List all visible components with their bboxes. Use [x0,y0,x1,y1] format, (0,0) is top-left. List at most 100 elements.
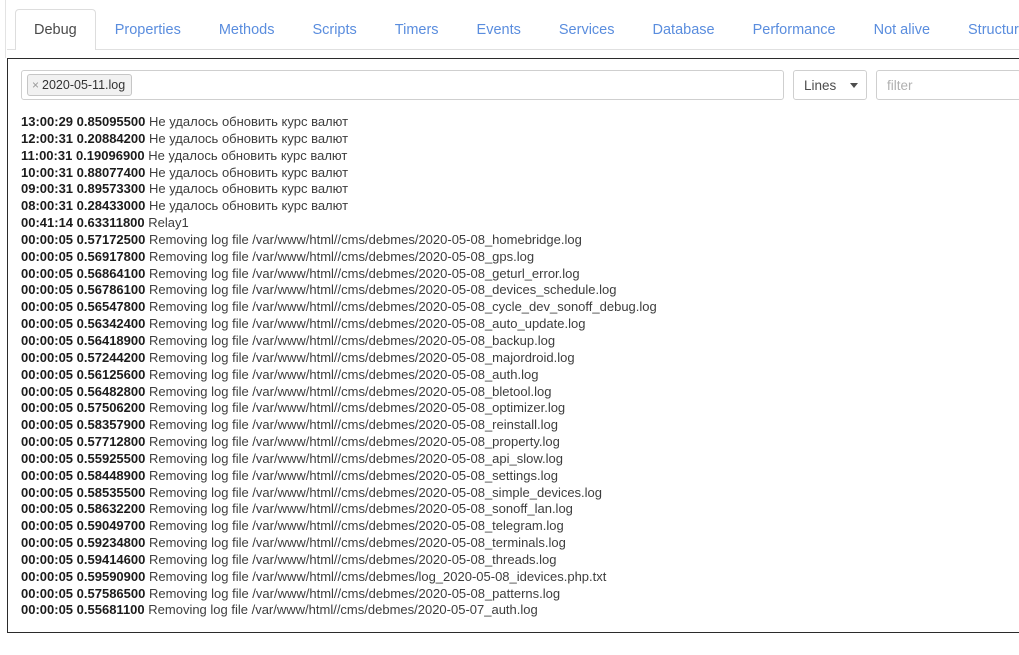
log-line-time: 12:00:31 [21,130,74,146]
log-line-time: 00:00:05 [21,349,74,365]
log-line-time: 00:00:05 [21,383,74,399]
tab-not-alive[interactable]: Not alive [855,9,949,50]
log-line-duration: 0.57586500 [76,585,146,601]
log-line-duration: 0.57712800 [76,434,146,450]
log-line: 00:00:05 0.57586500 Removing log file /v… [21,586,1019,603]
log-line-duration: 0.56342400 [76,316,146,332]
log-line: 00:00:05 0.56864100 Removing log file /v… [21,266,1019,283]
log-line-duration: 0.58448900 [76,467,146,483]
tag-label: 2020-05-11.log [42,77,126,92]
log-line-message: Не удалось обновить курс валют [148,164,349,180]
debug-log-viewer: Debug Properties Methods Scripts Timers Event… [0,0,1019,655]
log-line: 00:00:05 0.57244200 Removing log file /v… [21,350,1019,367]
log-line-time: 08:00:31 [21,198,74,214]
log-line-duration: 0.58535500 [76,484,146,500]
log-line: 00:00:05 0.59590900 Removing log file /v… [21,569,1019,586]
log-line: 00:00:05 0.57172500 Removing log file /v… [21,232,1019,249]
log-line-duration: 0.20884200 [76,130,146,146]
log-line-time: 00:00:05 [21,316,74,332]
log-line-duration: 0.88077400 [76,164,146,180]
tag-remove-icon[interactable]: × [32,79,39,91]
log-line: 00:00:05 0.55925500 Removing log file /v… [21,451,1019,468]
tab-timers[interactable]: Timers [376,9,458,50]
log-line-message: Removing log file /var/www/html//cms/deb… [148,282,617,298]
log-line-message: Removing log file /var/www/html//cms/deb… [148,248,535,264]
tab-properties[interactable]: Properties [96,9,200,50]
panel-left-edge [0,0,6,58]
log-line: 00:00:05 0.55681100 Removing log file /v… [21,602,1019,619]
log-line-message: Removing log file /var/www/html//cms/deb… [148,518,564,534]
tab-methods[interactable]: Methods [200,9,294,50]
tab-bar: Debug Properties Methods Scripts Timers Event… [7,0,1019,50]
log-line: 00:00:05 0.57506200 Removing log file /v… [21,400,1019,417]
log-line-time: 00:00:05 [21,484,74,500]
tab-structure[interactable]: Structure [949,9,1019,50]
log-line: 00:00:05 0.56482800 Removing log file /v… [21,384,1019,401]
tab-debug[interactable]: Debug [15,9,96,50]
log-line: 00:00:05 0.56786100 Removing log file /v… [21,282,1019,299]
log-line-message: Removing log file /var/www/html//cms/deb… [148,585,561,601]
log-line-message: Removing log file /var/www/html//cms/deb… [148,535,566,551]
log-file-tag-input[interactable]: × 2020-05-11.log [21,70,784,100]
filter-input[interactable] [876,70,1019,100]
log-line-duration: 0.56125600 [76,366,146,382]
log-line-duration: 0.63311800 [76,215,145,231]
log-line-duration: 0.59234800 [76,535,146,551]
log-file-tag[interactable]: × 2020-05-11.log [27,74,133,96]
log-line-message: Removing log file /var/www/html//cms/deb… [148,366,539,382]
tab-database[interactable]: Database [634,9,734,50]
log-line-time: 11:00:31 [21,147,73,163]
log-line-time: 00:00:05 [21,467,74,483]
log-line: 09:00:31 0.89573300 Не удалось обновить … [21,181,1019,198]
log-line: 00:00:05 0.58632200 Removing log file /v… [21,501,1019,518]
log-line-message: Removing log file /var/www/html//cms/deb… [148,332,556,348]
log-line: 13:00:29 0.85095500 Не удалось обновить … [21,114,1019,131]
log-line-time: 09:00:31 [21,181,74,197]
log-line-time: 00:00:05 [21,248,74,264]
log-line-message: Removing log file /var/www/html//cms/deb… [148,568,607,584]
log-line: 12:00:31 0.20884200 Не удалось обновить … [21,131,1019,148]
tab-services[interactable]: Services [540,9,634,50]
log-line-duration: 0.56864100 [76,265,146,281]
tab-events[interactable]: Events [458,9,540,50]
log-line: 00:00:05 0.59414600 Removing log file /v… [21,552,1019,569]
log-line-duration: 0.85095500 [76,114,146,129]
log-line-message: Removing log file /var/www/html//cms/deb… [148,417,558,433]
log-line-time: 00:41:14 [21,215,74,231]
log-panel: × 2020-05-11.log Lines 13:00:29 0.850955… [7,58,1019,633]
log-line-message: Removing log file /var/www/html//cms/deb… [148,602,538,618]
log-line: 00:00:05 0.56917800 Removing log file /v… [21,249,1019,266]
log-line-message: Не удалось обновить курс валют [148,198,349,214]
log-line-duration: 0.57172500 [76,231,146,247]
log-line-message: Removing log file /var/www/html//cms/deb… [148,299,657,315]
log-line-time: 00:00:05 [21,501,74,517]
log-line-message: Removing log file /var/www/html//cms/deb… [148,231,582,247]
log-line-time: 00:00:05 [21,231,74,247]
log-line-duration: 0.56917800 [76,248,146,264]
chevron-down-icon [850,82,858,88]
log-line-duration: 0.57244200 [76,349,146,365]
tab-scripts[interactable]: Scripts [293,9,375,50]
log-line: 10:00:31 0.88077400 Не удалось обновить … [21,165,1019,182]
log-line-duration: 0.89573300 [76,181,146,197]
log-line-duration: 0.59590900 [76,568,146,584]
log-line-duration: 0.59049700 [76,518,146,534]
log-line: 00:00:05 0.57712800 Removing log file /v… [21,434,1019,451]
lines-select-value: Lines [804,77,837,93]
log-line-time: 00:00:05 [21,450,74,466]
log-line: 00:00:05 0.59234800 Removing log file /v… [21,535,1019,552]
log-line-message: Removing log file /var/www/html//cms/deb… [148,265,580,281]
log-line-time: 00:00:05 [21,282,74,298]
log-line: 11:00:31 0.19096900 Не удалось обновить … [21,148,1019,165]
lines-select[interactable]: Lines [793,70,867,100]
log-line-message: Removing log file /var/www/html//cms/deb… [148,484,603,500]
log-line-message: Не удалось обновить курс валют [148,114,349,129]
log-line-message: Relay1 [148,215,189,231]
log-line: 00:00:05 0.56342400 Removing log file /v… [21,316,1019,333]
tab-performance[interactable]: Performance [734,9,855,50]
log-line-duration: 0.55681100 [76,602,145,618]
log-line: 00:00:05 0.58357900 Removing log file /v… [21,417,1019,434]
log-line-message: Removing log file /var/www/html//cms/deb… [148,383,552,399]
log-line-time: 00:00:05 [21,417,74,433]
log-line-time: 00:00:05 [21,518,74,534]
